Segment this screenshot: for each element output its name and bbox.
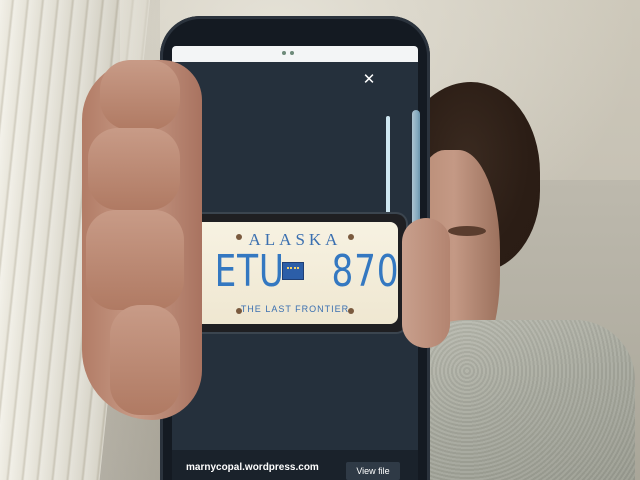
source-link[interactable]: marnycopal.wordpress.com	[186, 462, 319, 473]
scroll-indicator	[386, 116, 390, 226]
finger	[100, 60, 180, 130]
finger	[88, 128, 180, 210]
status-dot	[290, 51, 294, 55]
view-file-button[interactable]: View file	[346, 462, 400, 480]
person-eye	[448, 226, 486, 236]
plate-slogan: THE LAST FRONTIER	[240, 304, 350, 314]
finger	[110, 305, 180, 415]
plate-number-left: ETU	[214, 246, 285, 297]
status-bar	[172, 46, 418, 62]
hand-thumb	[402, 218, 450, 348]
photo-scene: ✕ ALASKA ETU 870 THE LAST FRONTIER marny…	[0, 0, 640, 480]
plate-number-right: 870	[331, 246, 400, 297]
status-dot	[282, 51, 286, 55]
license-plate: ALASKA ETU 870 THE LAST FRONTIER	[192, 222, 400, 324]
close-icon[interactable]: ✕	[358, 68, 380, 90]
license-plate-frame: ALASKA ETU 870 THE LAST FRONTIER	[184, 214, 406, 332]
finger	[86, 210, 184, 310]
phone-screen: ✕ ALASKA ETU 870 THE LAST FRONTIER marny…	[172, 46, 418, 480]
flag-icon	[282, 262, 304, 280]
